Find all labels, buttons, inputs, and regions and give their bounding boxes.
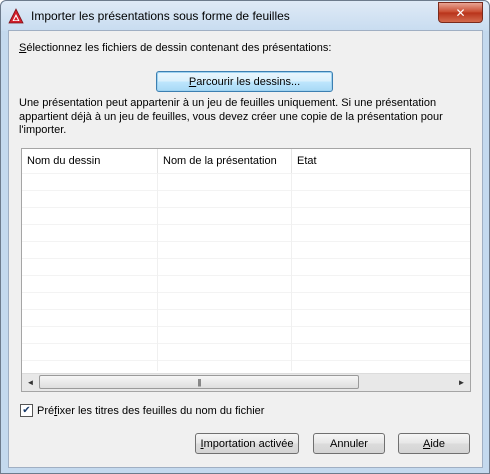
dialog-content: Sélectionnez les fichiers de dessin cont… <box>8 30 483 468</box>
column-header-drawing-name[interactable]: Nom du dessin <box>22 149 158 173</box>
close-icon: ✕ <box>455 5 466 20</box>
column-header-layout-name[interactable]: Nom de la présentation <box>158 149 292 173</box>
list-header: Nom du dessin Nom de la présentation Eta… <box>22 149 470 174</box>
dialog-window: Importer les présentations sous forme de… <box>0 0 490 474</box>
window-title: Importer les présentations sous forme de… <box>31 9 290 23</box>
info-text: Une présentation peut appartenir à un je… <box>19 97 443 136</box>
autocad-app-icon <box>8 8 24 24</box>
scroll-thumb[interactable]: ||| <box>39 375 359 389</box>
scroll-left-icon[interactable]: ◄ <box>22 374 39 391</box>
cancel-button[interactable]: Annuler <box>313 433 385 454</box>
select-drawings-label: Sélectionnez les fichiers de dessin cont… <box>19 42 332 54</box>
column-header-status[interactable]: Etat <box>292 149 470 173</box>
column-divider <box>157 173 158 371</box>
title-bar[interactable]: Importer les présentations sous forme de… <box>1 1 489 31</box>
prefix-titles-checkbox[interactable]: ✔ <box>20 404 33 417</box>
browse-drawings-button[interactable]: Parcourir les dessins... <box>156 71 333 92</box>
column-divider <box>291 173 292 371</box>
help-button[interactable]: Aide <box>398 433 470 454</box>
import-button[interactable]: Importation activée <box>195 433 299 454</box>
prefix-titles-label: Préfixer les titres des feuilles du nom … <box>37 404 265 417</box>
layouts-list[interactable]: Nom du dessin Nom de la présentation Eta… <box>21 148 471 392</box>
scroll-right-icon[interactable]: ► <box>453 374 470 391</box>
close-button[interactable]: ✕ <box>438 2 483 23</box>
check-mark-icon: ✔ <box>22 404 31 416</box>
grip-icon: ||| <box>197 377 201 387</box>
prefix-titles-option[interactable]: ✔ Préfixer les titres des feuilles du no… <box>20 404 264 417</box>
list-body[interactable] <box>22 173 470 371</box>
horizontal-scrollbar[interactable]: ◄ ||| ► <box>22 373 470 391</box>
